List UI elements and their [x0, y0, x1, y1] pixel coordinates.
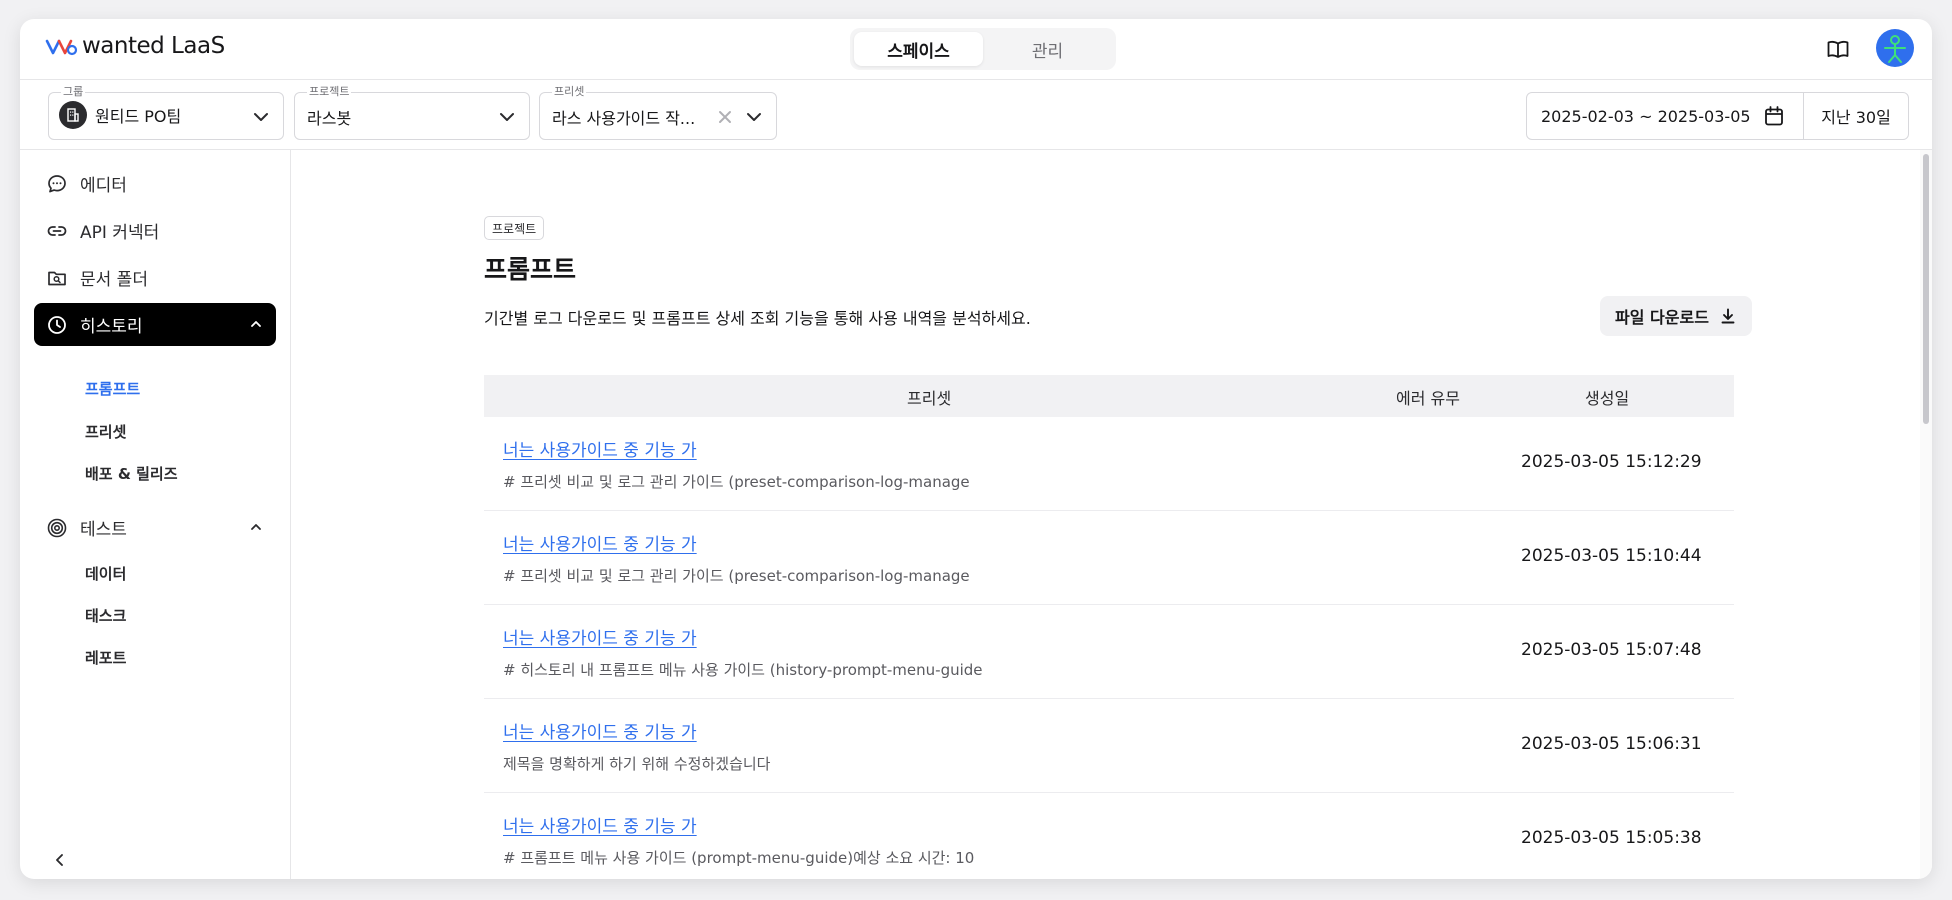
sidebar-item-label: 히스토리 [80, 317, 143, 337]
chevron-up-icon [251, 524, 261, 530]
date-range-picker[interactable]: 2025-02-03 ~ 2025-03-05 [1526, 92, 1804, 140]
table-row[interactable]: 너는 사용가이드 중 기능 가 제목을 명확하게 하기 위해 수정하겠습니다 2… [484, 699, 1734, 793]
calendar-icon [1764, 106, 1783, 126]
table-header: 프리셋 에러 유무 생성일 [484, 375, 1734, 417]
row-title-link[interactable]: 너는 사용가이드 중 기능 가 [503, 812, 697, 837]
header-error: 에러 유무 [1396, 389, 1460, 408]
row-description: # 히스토리 내 프롬프트 메뉴 사용 가이드 (history-prompt-… [503, 661, 983, 679]
main-content: 프로젝트 프롬프트 기간별 로그 다운로드 및 프롬프트 상세 조회 기능을 통… [292, 150, 1932, 879]
preset-select-label: 프리셋 [552, 85, 587, 99]
page-title: 프롬프트 [484, 255, 577, 284]
filter-bar: 그룹 원티드 PO팀 프로젝트 라스봇 프리셋 라스 사용가이드 작... 20… [20, 80, 1932, 150]
preset-select-value: 라스 사용가이드 작... [552, 109, 696, 128]
row-created-date: 2025-03-05 15:06:31 [1521, 734, 1702, 754]
group-select[interactable]: 그룹 원티드 PO팀 [48, 85, 284, 140]
row-title-link[interactable]: 너는 사용가이드 중 기능 가 [503, 718, 697, 743]
clock-icon [46, 314, 68, 336]
wanted-logo-icon [45, 39, 78, 56]
collapse-sidebar-icon[interactable] [50, 850, 70, 870]
chevron-up-icon [251, 321, 261, 327]
tab-admin[interactable]: 관리 [983, 32, 1112, 66]
row-created-date: 2025-03-05 15:12:29 [1521, 452, 1702, 472]
user-figure-icon [1884, 35, 1906, 63]
row-description: # 프롬프트 메뉴 사용 가이드 (prompt-menu-guide)예상 소… [503, 849, 975, 867]
sidebar-subitem-task[interactable]: 태스크 [85, 605, 126, 626]
sidebar-item-label: 문서 폴더 [80, 270, 148, 290]
space-tab-switcher: 스페이스 관리 [850, 28, 1116, 70]
project-select-value: 라스봇 [307, 109, 352, 128]
group-select-value: 원티드 PO팀 [95, 107, 182, 126]
row-description: 제목을 명확하게 하기 위해 수정하겠습니다 [503, 755, 771, 773]
row-created-date: 2025-03-05 15:05:38 [1521, 828, 1702, 848]
sidebar-subitem-data[interactable]: 데이터 [85, 563, 126, 584]
project-select[interactable]: 프로젝트 라스봇 [294, 85, 530, 140]
sidebar-item-api-connector[interactable]: API 커넥터 [34, 209, 276, 252]
sidebar-subitem-prompt[interactable]: 프롬프트 [85, 378, 140, 399]
download-icon [1721, 308, 1735, 324]
app-window: wanted LaaS 스페이스 관리 그룹 원티드 PO팀 프로젝트 라스봇 … [20, 19, 1932, 879]
sidebar-item-document-folder[interactable]: 문서 폴더 [34, 256, 276, 299]
table-row[interactable]: 너는 사용가이드 중 기능 가 # 히스토리 내 프롬프트 메뉴 사용 가이드 … [484, 605, 1734, 699]
sidebar-item-editor[interactable]: 에디터 [34, 162, 276, 205]
row-title-link[interactable]: 너는 사용가이드 중 기능 가 [503, 624, 697, 649]
target-icon [46, 517, 68, 539]
scrollbar-thumb[interactable] [1923, 154, 1929, 424]
folder-search-icon [46, 267, 68, 289]
sidebar-subitem-report[interactable]: 레포트 [85, 647, 126, 668]
guide-book-button[interactable] [1822, 33, 1854, 65]
project-chip: 프로젝트 [484, 216, 545, 240]
row-created-date: 2025-03-05 15:07:48 [1521, 640, 1702, 660]
table-row[interactable]: 너는 사용가이드 중 기능 가 # 프롬프트 메뉴 사용 가이드 (prompt… [484, 793, 1734, 879]
row-description: # 프리셋 비교 및 로그 관리 가이드 (preset-comparison-… [503, 473, 970, 491]
sidebar: 에디터 API 커넥터 문서 폴더 히스토리 프롬프트 프리셋 배포 & 릴리즈… [20, 150, 291, 879]
sidebar-item-test[interactable]: 테스트 [34, 506, 276, 549]
file-download-button[interactable]: 파일 다운로드 [1600, 296, 1752, 336]
logo-text: wanted LaaS [82, 33, 225, 59]
date-range-value: 2025-02-03 ~ 2025-03-05 [1541, 106, 1751, 126]
sidebar-subitem-deploy-release[interactable]: 배포 & 릴리즈 [85, 463, 178, 484]
row-created-date: 2025-03-05 15:10:44 [1521, 546, 1702, 566]
main-scrollbar[interactable] [1920, 150, 1932, 879]
table-row[interactable]: 너는 사용가이드 중 기능 가 # 프리셋 비교 및 로그 관리 가이드 (pr… [484, 511, 1734, 605]
sidebar-item-label: API 커넥터 [80, 223, 160, 243]
sidebar-subitem-preset[interactable]: 프리셋 [85, 421, 126, 442]
link-icon [46, 220, 68, 242]
header-created: 생성일 [1585, 389, 1630, 408]
top-bar: wanted LaaS 스페이스 관리 [20, 19, 1932, 80]
clear-icon[interactable] [716, 108, 734, 126]
page-description: 기간별 로그 다운로드 및 프롬프트 상세 조회 기능을 통해 사용 내역을 분… [484, 309, 1031, 328]
file-download-label: 파일 다운로드 [1615, 308, 1709, 327]
building-icon [59, 101, 87, 129]
preset-select[interactable]: 프리셋 라스 사용가이드 작... [539, 85, 777, 140]
project-select-label: 프로젝트 [307, 85, 352, 99]
chevron-down-icon [254, 113, 268, 121]
last-30-days-button[interactable]: 지난 30일 [1803, 92, 1909, 140]
row-description: # 프리셋 비교 및 로그 관리 가이드 (preset-comparison-… [503, 567, 970, 585]
table-row[interactable]: 너는 사용가이드 중 기능 가 # 프리셋 비교 및 로그 관리 가이드 (pr… [484, 417, 1734, 511]
sidebar-item-label: 테스트 [80, 520, 127, 540]
tab-space[interactable]: 스페이스 [854, 32, 983, 66]
prompt-table: 프리셋 에러 유무 생성일 너는 사용가이드 중 기능 가 # 프리셋 비교 및… [484, 375, 1734, 879]
chevron-down-icon [500, 113, 514, 121]
book-icon [1827, 40, 1849, 58]
row-title-link[interactable]: 너는 사용가이드 중 기능 가 [503, 436, 697, 461]
chevron-down-icon [747, 113, 761, 121]
group-select-label: 그룹 [61, 85, 86, 99]
avatar[interactable] [1876, 29, 1914, 67]
logo[interactable]: wanted LaaS [44, 33, 225, 59]
row-title-link[interactable]: 너는 사용가이드 중 기능 가 [503, 530, 697, 555]
sidebar-item-history[interactable]: 히스토리 [34, 303, 276, 346]
header-preset: 프리셋 [907, 389, 952, 408]
sidebar-item-label: 에디터 [80, 176, 127, 196]
chat-bubble-icon [46, 173, 68, 195]
